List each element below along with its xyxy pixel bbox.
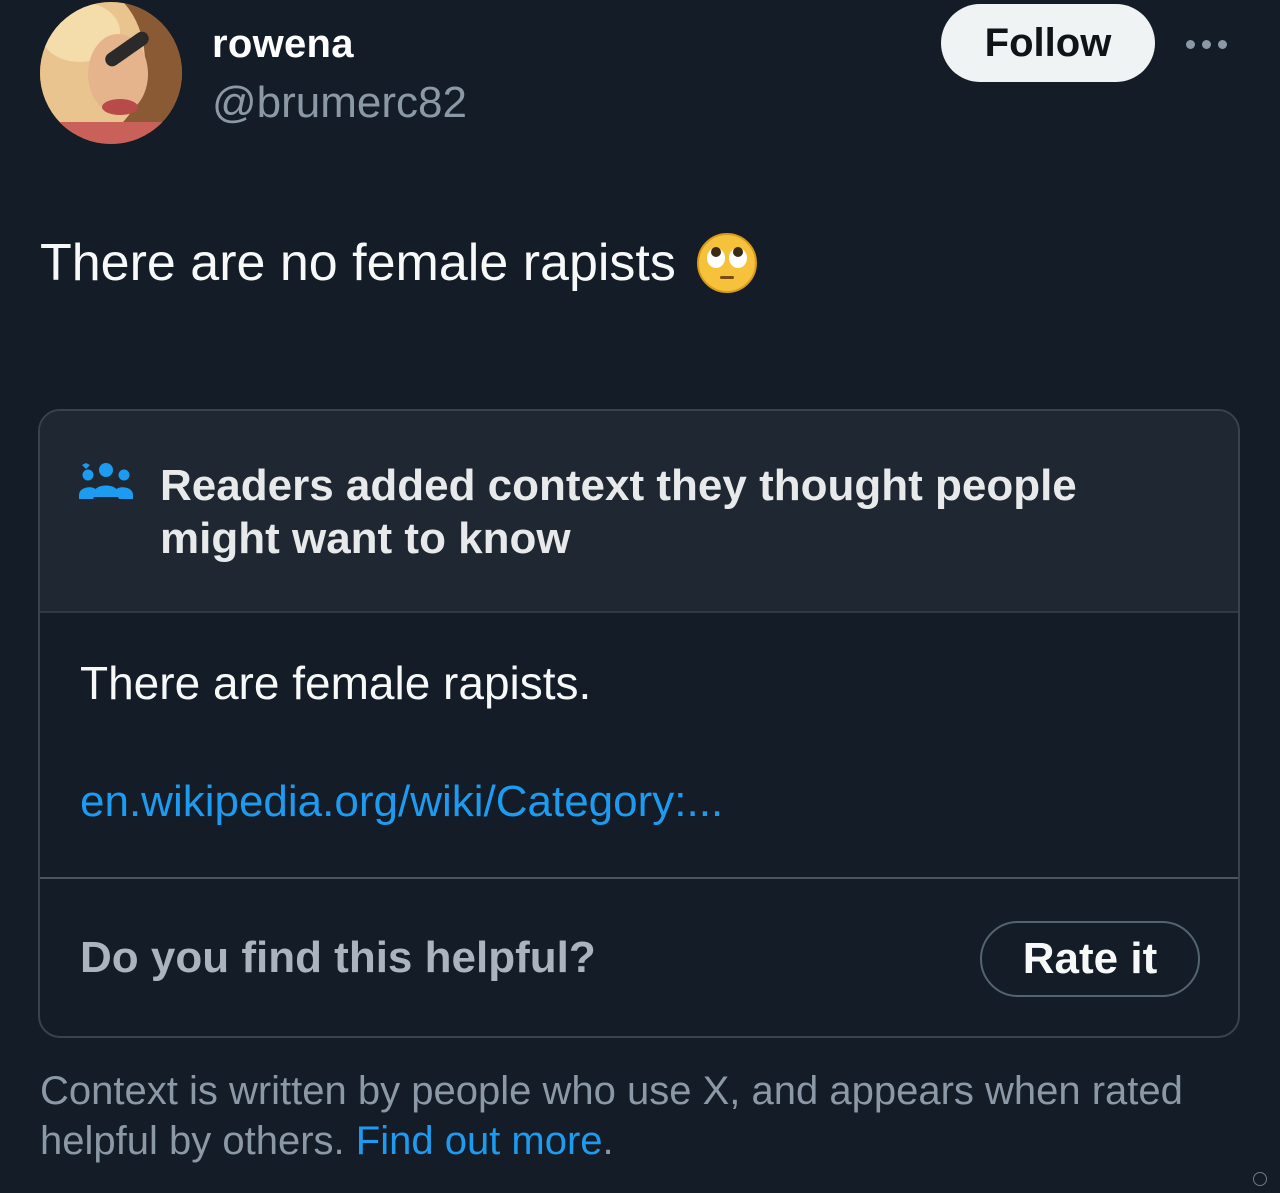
avatar[interactable] <box>40 2 182 144</box>
community-note-header: Readers added context they thought peopl… <box>40 411 1238 613</box>
rate-it-button[interactable]: Rate it <box>980 921 1200 997</box>
divider <box>40 877 1238 879</box>
face-with-rolling-eyes-emoji <box>696 233 757 293</box>
community-note-body: There are female rapists. <box>80 657 592 709</box>
tweet-page: rowena @brumerc82 Follow There are no fe… <box>0 0 1280 1193</box>
avatar-photo <box>40 2 182 144</box>
community-note-link[interactable]: en.wikipedia.org/wiki/Category:... <box>80 777 723 827</box>
watermark-icon <box>1253 1172 1267 1186</box>
helpful-question: Do you find this helpful? <box>80 933 596 982</box>
more-options-icon[interactable] <box>1186 36 1236 52</box>
find-out-more-link[interactable]: Find out more <box>356 1119 603 1163</box>
display-name[interactable]: rowena <box>212 22 354 67</box>
people-icon <box>79 463 133 499</box>
user-handle[interactable]: @brumerc82 <box>212 78 467 128</box>
footer-period: . <box>602 1119 614 1163</box>
context-footer: Context is written by people who use X, … <box>40 1066 1240 1166</box>
follow-button[interactable]: Follow <box>941 4 1155 82</box>
tweet-text: There are no female rapists <box>40 234 676 292</box>
community-note-card: Readers added context they thought peopl… <box>38 409 1240 1038</box>
community-note-title: Readers added context they thought peopl… <box>160 461 1077 563</box>
tweet-text-row: There are no female rapists <box>40 232 758 294</box>
